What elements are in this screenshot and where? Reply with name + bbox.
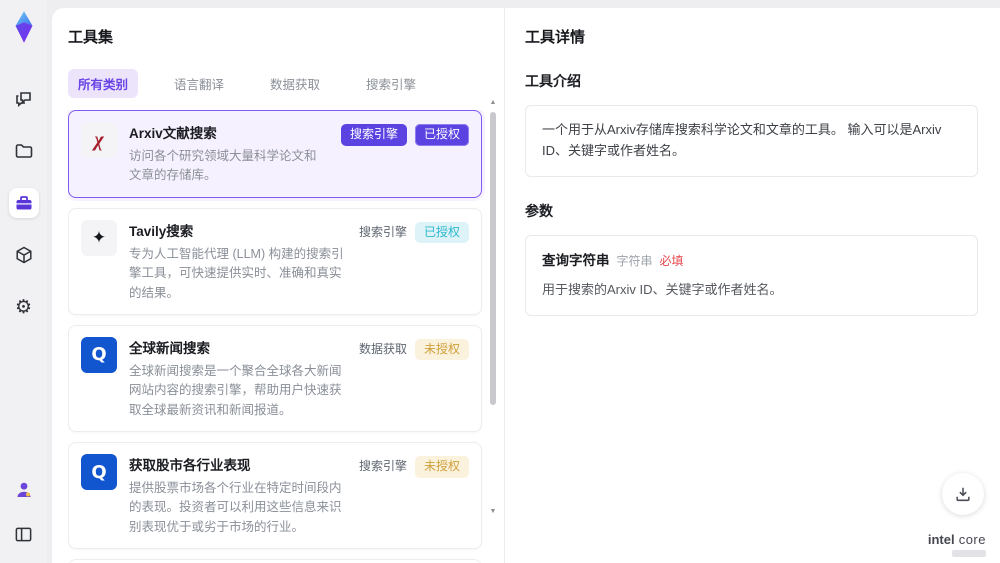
- tool-description: 访问各个研究领域大量科学论文和文章的存储库。: [129, 149, 317, 183]
- scroll-up-icon[interactable]: ▲: [488, 98, 498, 108]
- intro-heading: 工具介绍: [525, 73, 581, 89]
- tool-card-tavily[interactable]: ✦ Tavily搜索 专为人工智能代理 (LLM) 构建的搜索引擎工具，可快速提…: [68, 207, 482, 315]
- intel-core-logo-sub: [952, 550, 986, 557]
- chat-icon[interactable]: [9, 84, 39, 114]
- tool-name: 获取股市各行业表现: [129, 458, 251, 473]
- parameter-box: 查询字符串 字符串 必填 用于搜索的Arxiv ID、关键字或作者姓名。: [525, 234, 978, 316]
- scroll-down-icon[interactable]: ▼: [488, 507, 498, 517]
- tab-all-categories[interactable]: 所有类别: [68, 69, 139, 98]
- tool-card-arxiv[interactable]: χ Arxiv文献搜索 访问各个研究领域大量科学论文和文章的存储库。 搜索引擎 …: [68, 110, 482, 198]
- tool-list: χ Arxiv文献搜索 访问各个研究领域大量科学论文和文章的存储库。 搜索引擎 …: [68, 110, 504, 563]
- toolbox-icon-active[interactable]: [8, 188, 39, 218]
- page-title: 工具集: [68, 29, 114, 46]
- tool-card-active-stocks[interactable]: Q 获取市场最活跃股票信息 提供当天交易量最高的股票列表，投资者可以利用这些信息…: [68, 559, 482, 563]
- category-badge: 搜索引擎: [340, 124, 407, 146]
- tab-language-translation[interactable]: 语言翻译: [164, 69, 234, 98]
- download-icon: [956, 487, 970, 502]
- download-button[interactable]: [942, 473, 984, 515]
- category-badge: 搜索引擎: [358, 459, 407, 473]
- app-rail: ⚙: [0, 0, 47, 563]
- intro-box: 一个用于从Arxiv存储库搜索科学论文和文章的工具。 输入可以是Arxiv ID…: [525, 105, 978, 177]
- detail-title: 工具详情: [525, 29, 586, 46]
- param-description: 用于搜索的Arxiv ID、关键字或作者姓名。: [542, 282, 783, 298]
- tool-description: 全球新闻搜索是一个聚合全球各大新闻网站内容的搜索引擎，帮助用户快速获取全球最新资…: [129, 363, 342, 417]
- category-tabs: 所有类别 语言翻译 数据获取 搜索引擎: [68, 69, 504, 98]
- tool-description: 提供股票市场各个行业在特定时间段内的表现。投资者可以利用这些信息来识别表现优于或…: [129, 481, 342, 534]
- params-heading: 参数: [525, 202, 553, 219]
- folder-icon[interactable]: [9, 136, 39, 166]
- tools-panel: 工具集 所有类别 语言翻译 数据获取 搜索引擎 χ Arxiv文献搜索 访问各个…: [52, 8, 505, 563]
- param-name: 查询字符串: [542, 252, 610, 268]
- main-surface: 工具集 所有类别 语言翻译 数据获取 搜索引擎 χ Arxiv文献搜索 访问各个…: [52, 8, 1000, 563]
- blue-app-logo-icon: Q: [81, 454, 117, 490]
- app-logo: [15, 11, 32, 43]
- tab-data-fetch[interactable]: 数据获取: [260, 69, 330, 98]
- auth-status-badge: 未授权: [414, 338, 469, 361]
- panel-toggle-icon[interactable]: [9, 519, 39, 549]
- tool-name: Arxiv文献搜索: [129, 126, 217, 141]
- tool-name: 全球新闻搜索: [129, 340, 210, 356]
- tool-description: 专为人工智能代理 (LLM) 构建的搜索引擎工具，可快速提供实时、准确和真实的结…: [129, 246, 344, 300]
- tool-name: Tavily搜索: [129, 223, 194, 239]
- cube-icon[interactable]: [9, 240, 39, 270]
- param-type: 字符串: [616, 253, 653, 268]
- tab-search-engine[interactable]: 搜索引擎: [356, 69, 426, 98]
- category-badge: 搜索引擎: [358, 224, 407, 239]
- tool-detail-panel: 工具详情 工具介绍 一个用于从Arxiv存储库搜索科学论文和文章的工具。 输入可…: [505, 8, 1000, 563]
- auth-status-badge: 已授权: [414, 124, 469, 146]
- scrollbar-thumb[interactable]: [490, 112, 496, 406]
- intel-core-logo: intel core: [927, 532, 986, 547]
- arxiv-logo-icon: χ: [81, 122, 117, 158]
- list-scrollbar[interactable]: ▲ ▼: [488, 84, 498, 557]
- user-icon[interactable]: [9, 475, 39, 505]
- tool-card-stock-sector[interactable]: Q 获取股市各行业表现 提供股票市场各个行业在特定时间段内的表现。投资者可以利用…: [68, 442, 482, 550]
- tavily-logo-icon: ✦: [81, 219, 117, 256]
- category-badge: 数据获取: [358, 341, 407, 356]
- gear-icon[interactable]: ⚙: [9, 292, 39, 322]
- blue-app-logo-icon: Q: [81, 336, 117, 373]
- tool-card-global-news[interactable]: Q 全球新闻搜索 全球新闻搜索是一个聚合全球各大新闻网站内容的搜索引擎，帮助用户…: [68, 324, 482, 432]
- auth-status-badge: 未授权: [414, 456, 469, 478]
- auth-status-badge: 已授权: [414, 221, 469, 244]
- param-required-badge: 必填: [659, 253, 684, 268]
